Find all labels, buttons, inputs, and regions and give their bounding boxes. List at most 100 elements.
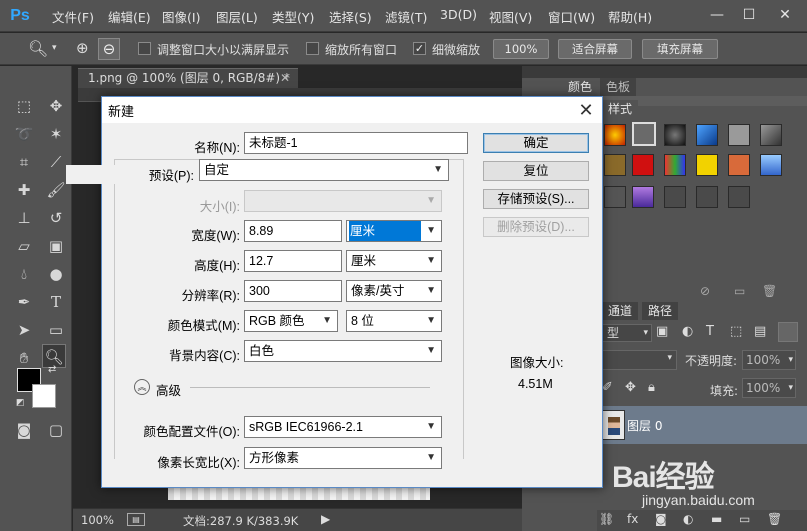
menu-view[interactable]: 视图(V): [489, 7, 532, 26]
style-swatch[interactable]: [728, 186, 750, 208]
reset-button[interactable]: 复位: [483, 161, 589, 181]
layer-row[interactable]: 图层 0: [597, 406, 807, 444]
fx-icon[interactable]: fx: [627, 512, 638, 526]
adjustment-layer-icon[interactable]: ◐: [683, 512, 693, 526]
new-group-icon[interactable]: ▬: [711, 512, 722, 526]
link-layers-icon[interactable]: ⛓︎: [599, 512, 614, 526]
style-swatch[interactable]: [696, 154, 718, 176]
hand-tool-icon[interactable]: ✋︎: [12, 346, 36, 370]
fill-input[interactable]: 100% ▾: [742, 378, 796, 398]
lock-position-icon[interactable]: ✥: [625, 380, 636, 395]
screen-mode-icon[interactable]: ▢: [44, 418, 68, 442]
quick-mask-icon[interactable]: ◙: [12, 418, 36, 442]
style-swatch[interactable]: [604, 186, 626, 208]
blur-tool-icon[interactable]: 💧︎: [12, 262, 36, 286]
eraser-tool-icon[interactable]: ▱: [12, 234, 36, 258]
name-input[interactable]: 未标题-1: [244, 132, 468, 154]
ok-button[interactable]: 确定: [483, 133, 589, 153]
resolution-input[interactable]: 300: [244, 280, 342, 302]
style-swatch[interactable]: [604, 154, 626, 176]
swap-colors-icon[interactable]: ⇄: [48, 364, 56, 375]
style-swatch[interactable]: [728, 124, 750, 146]
lock-all-icon[interactable]: 🔒︎: [648, 380, 655, 395]
new-style-icon[interactable]: ▭: [734, 284, 745, 298]
marquee-tool-icon[interactable]: ⬚: [12, 94, 36, 118]
resize-windows-checkbox[interactable]: [138, 42, 151, 55]
bit-depth-dropdown[interactable]: 8 位 ▼: [346, 310, 442, 332]
layer-kind-filter[interactable]: 型 ▾: [602, 324, 652, 342]
style-swatch[interactable]: [760, 154, 782, 176]
close-window-button[interactable]: ✕: [772, 4, 798, 26]
dialog-close-icon[interactable]: ✕: [572, 97, 600, 123]
eyedropper-tool-icon[interactable]: ⟋: [44, 150, 68, 174]
color-profile-dropdown[interactable]: sRGB IEC61966-2.1 ▼: [244, 416, 442, 438]
style-swatch[interactable]: [664, 186, 686, 208]
menu-edit[interactable]: 编辑(E): [108, 7, 151, 26]
style-swatch[interactable]: [696, 186, 718, 208]
style-swatch[interactable]: [632, 122, 656, 146]
width-input[interactable]: 8.89: [244, 220, 342, 242]
rectangle-tool-icon[interactable]: ▭: [44, 318, 68, 342]
shape-filter-icon[interactable]: ⬚: [730, 324, 742, 339]
document-tab[interactable]: 1.png @ 100% (图层 0, RGB/8#) * ✕: [78, 68, 298, 88]
background-dropdown[interactable]: 白色 ▼: [244, 340, 442, 362]
style-swatch[interactable]: [728, 154, 750, 176]
pixel-filter-icon[interactable]: ▣: [656, 324, 668, 339]
style-swatch[interactable]: [604, 124, 626, 146]
stamp-tool-icon[interactable]: ⊥: [12, 206, 36, 230]
status-options-icon[interactable]: ▤: [127, 513, 145, 526]
close-document-icon[interactable]: ✕: [280, 69, 290, 87]
style-swatch[interactable]: [632, 154, 654, 176]
move-tool-icon[interactable]: ✥: [44, 94, 68, 118]
add-mask-icon[interactable]: ◙: [655, 512, 667, 526]
menu-image[interactable]: 图像(I): [162, 7, 200, 26]
zoom-tool-icon[interactable]: 🔍︎: [28, 39, 48, 58]
style-swatch[interactable]: [696, 124, 718, 146]
fit-screen-button[interactable]: 适合屏幕: [558, 39, 632, 59]
magic-wand-tool-icon[interactable]: ✶: [44, 122, 68, 146]
tab-paths[interactable]: 路径: [642, 302, 679, 320]
type-tool-icon[interactable]: T: [44, 290, 68, 314]
zoom-all-checkbox[interactable]: [306, 42, 319, 55]
style-swatch[interactable]: [760, 124, 782, 146]
tab-color[interactable]: 颜色: [562, 78, 599, 96]
menu-file[interactable]: 文件(F): [52, 7, 94, 26]
menu-filter[interactable]: 滤镜(T): [385, 7, 427, 26]
menu-layer[interactable]: 图层(L): [216, 7, 258, 26]
smart-object-filter-icon[interactable]: ▤: [754, 324, 766, 339]
zoom-in-icon[interactable]: ⊕: [76, 39, 89, 57]
opacity-input[interactable]: 100% ▾: [742, 350, 796, 370]
tool-preset-chevron-icon[interactable]: ▾: [52, 43, 57, 53]
style-swatch[interactable]: [632, 186, 654, 208]
zoom-out-icon[interactable]: ⊖: [98, 38, 120, 60]
healing-brush-tool-icon[interactable]: ✚: [12, 178, 36, 202]
preset-dropdown[interactable]: 自定 ▼: [199, 159, 449, 181]
height-input[interactable]: 12.7: [244, 250, 342, 272]
default-colors-icon[interactable]: ◩: [16, 398, 25, 408]
scrubby-zoom-checkbox[interactable]: ✓: [413, 42, 426, 55]
style-swatch[interactable]: [664, 124, 686, 146]
fill-screen-button[interactable]: 填充屏幕: [642, 39, 718, 59]
blend-mode-dropdown[interactable]: ▾: [602, 350, 677, 370]
menu-select[interactable]: 选择(S): [329, 7, 372, 26]
pen-tool-icon[interactable]: ✒: [12, 290, 36, 314]
delete-style-icon[interactable]: 🗑︎: [762, 284, 777, 298]
dodge-tool-icon[interactable]: ●: [44, 262, 68, 286]
menu-type[interactable]: 类型(Y): [272, 7, 314, 26]
new-layer-icon[interactable]: ▭: [739, 512, 750, 526]
menu-3d[interactable]: 3D(D): [440, 7, 477, 22]
collapse-advanced-icon[interactable]: ︽: [134, 379, 150, 395]
adjustment-filter-icon[interactable]: ◐: [682, 324, 693, 339]
no-style-icon[interactable]: ⊘: [700, 284, 710, 298]
lasso-tool-icon[interactable]: ➰: [12, 122, 36, 146]
maximize-button[interactable]: ☐: [736, 4, 762, 26]
gradient-tool-icon[interactable]: ▣: [44, 234, 68, 258]
tab-swatches[interactable]: 色板: [600, 78, 637, 96]
brush-tool-icon[interactable]: 🖌︎: [44, 178, 68, 202]
layer-name[interactable]: 图层 0: [627, 417, 662, 434]
delete-layer-icon[interactable]: 🗑︎: [767, 512, 782, 526]
save-preset-button[interactable]: 存储预设(S)...: [483, 189, 589, 209]
menu-help[interactable]: 帮助(H): [608, 7, 652, 26]
style-swatch[interactable]: [664, 154, 686, 176]
resolution-unit-dropdown[interactable]: 像素/英寸 ▼: [346, 280, 442, 302]
